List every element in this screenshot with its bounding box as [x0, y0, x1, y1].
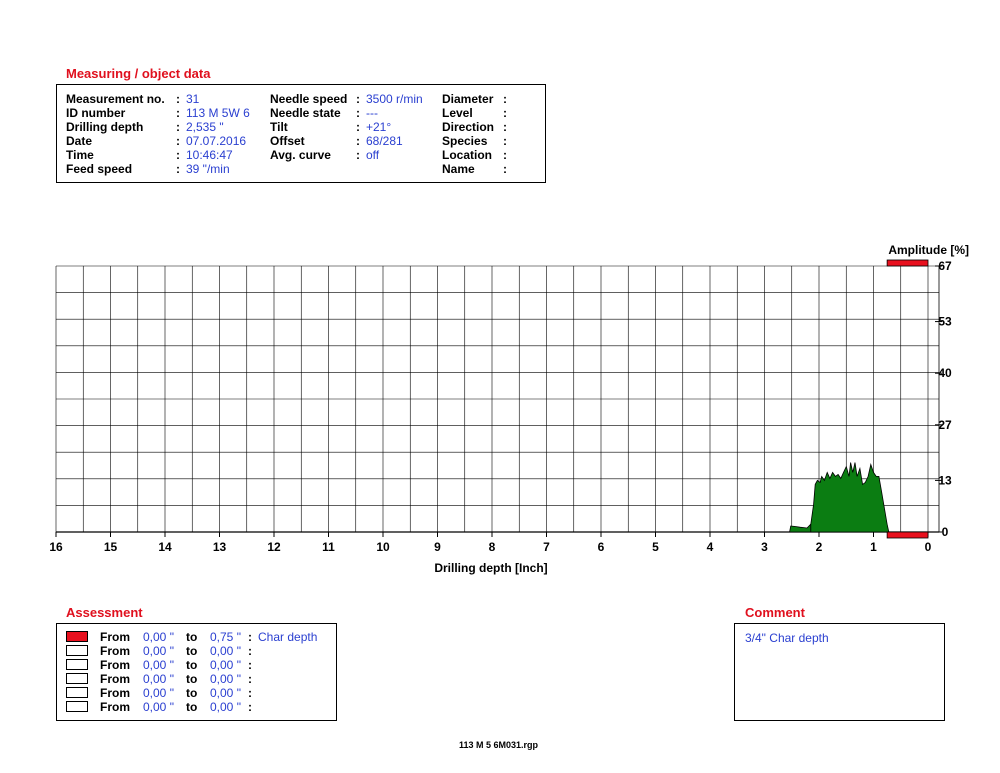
comment-title: Comment: [745, 605, 805, 620]
x-tick-label: 11: [322, 540, 335, 554]
y-tick-label: 67: [938, 259, 952, 273]
x-tick-label: 3: [761, 540, 768, 554]
to-label: to: [186, 644, 198, 658]
file-name: 113 M 5 6M031.rgp: [459, 740, 539, 750]
note-separator: :: [248, 686, 252, 700]
assessment-color-swatch[interactable]: [66, 701, 88, 712]
to-value: 0,00 ": [210, 644, 241, 658]
note-separator: :: [248, 658, 252, 672]
assessment-color-swatch[interactable]: [66, 673, 88, 684]
x-tick-label: 1: [870, 540, 877, 554]
to-value: 0,00 ": [210, 672, 241, 686]
to-label: to: [186, 686, 198, 700]
x-tick-label: 13: [213, 540, 227, 554]
to-value: 0,75 ": [210, 630, 241, 644]
assessment-color-swatch[interactable]: [66, 631, 88, 642]
from-label: From: [100, 644, 130, 658]
to-label: to: [186, 672, 198, 686]
from-value: 0,00 ": [143, 686, 174, 700]
x-tick-label: 12: [267, 540, 281, 554]
to-label: to: [186, 700, 198, 714]
from-label: From: [100, 630, 130, 644]
x-tick-label: 2: [816, 540, 823, 554]
from-label: From: [100, 700, 130, 714]
to-label: to: [186, 658, 198, 672]
assessment-title: Assessment: [66, 605, 143, 620]
y-tick-label: 0: [942, 525, 949, 539]
to-label: to: [186, 630, 198, 644]
from-value: 0,00 ": [143, 644, 174, 658]
x-tick-label: 8: [489, 540, 496, 554]
to-value: 0,00 ": [210, 658, 241, 672]
x-tick-label: 15: [104, 540, 118, 554]
from-value: 0,00 ": [143, 672, 174, 686]
note-separator: :: [248, 644, 252, 658]
x-axis-label: Drilling depth [Inch]: [434, 561, 547, 575]
to-value: 0,00 ": [210, 686, 241, 700]
assessment-color-swatch[interactable]: [66, 687, 88, 698]
note-separator: :: [248, 700, 252, 714]
comment-text: 3/4" Char depth: [745, 631, 829, 645]
note-separator: :: [248, 672, 252, 686]
y-tick-label: 53: [938, 315, 952, 329]
assessment-color-swatch[interactable]: [66, 645, 88, 656]
drilling-chart: 16 15 14 13 12 11 10 9 8 7 6 5 4 3 2 1 067534027130Drill…: [49, 243, 969, 575]
assessment-color-swatch[interactable]: [66, 659, 88, 670]
x-tick-label: 0: [925, 540, 932, 554]
from-value: 0,00 ": [143, 700, 174, 714]
from-label: From: [100, 686, 130, 700]
x-tick-label: 4: [707, 540, 714, 554]
assessment-marker-top: [886, 259, 929, 267]
to-value: 0,00 ": [210, 700, 241, 714]
from-label: From: [100, 658, 130, 672]
from-value: 0,00 ": [143, 630, 174, 644]
from-label: From: [100, 672, 130, 686]
note-separator: :: [248, 630, 252, 644]
x-tick-label: 6: [598, 540, 605, 554]
y-axis-label: Amplitude [%]: [888, 243, 969, 257]
assessment-marker-bottom: [886, 531, 929, 539]
from-value: 0,00 ": [143, 658, 174, 672]
amplitude-area: [810, 462, 890, 533]
y-tick-label: 27: [938, 418, 952, 432]
y-tick-label: 13: [938, 473, 952, 487]
x-tick-label: 7: [543, 540, 550, 554]
x-tick-label: 14: [158, 540, 172, 554]
x-tick-label: 10: [376, 540, 390, 554]
x-tick-label: 5: [652, 540, 659, 554]
x-tick-label: 9: [434, 540, 441, 554]
y-tick-label: 40: [938, 366, 952, 380]
amplitude-trace-start: [789, 523, 812, 533]
x-tick-label: 16: [49, 540, 63, 554]
assessment-note: Char depth: [258, 630, 318, 644]
comment-box[interactable]: 3/4" Char depth: [734, 623, 945, 721]
